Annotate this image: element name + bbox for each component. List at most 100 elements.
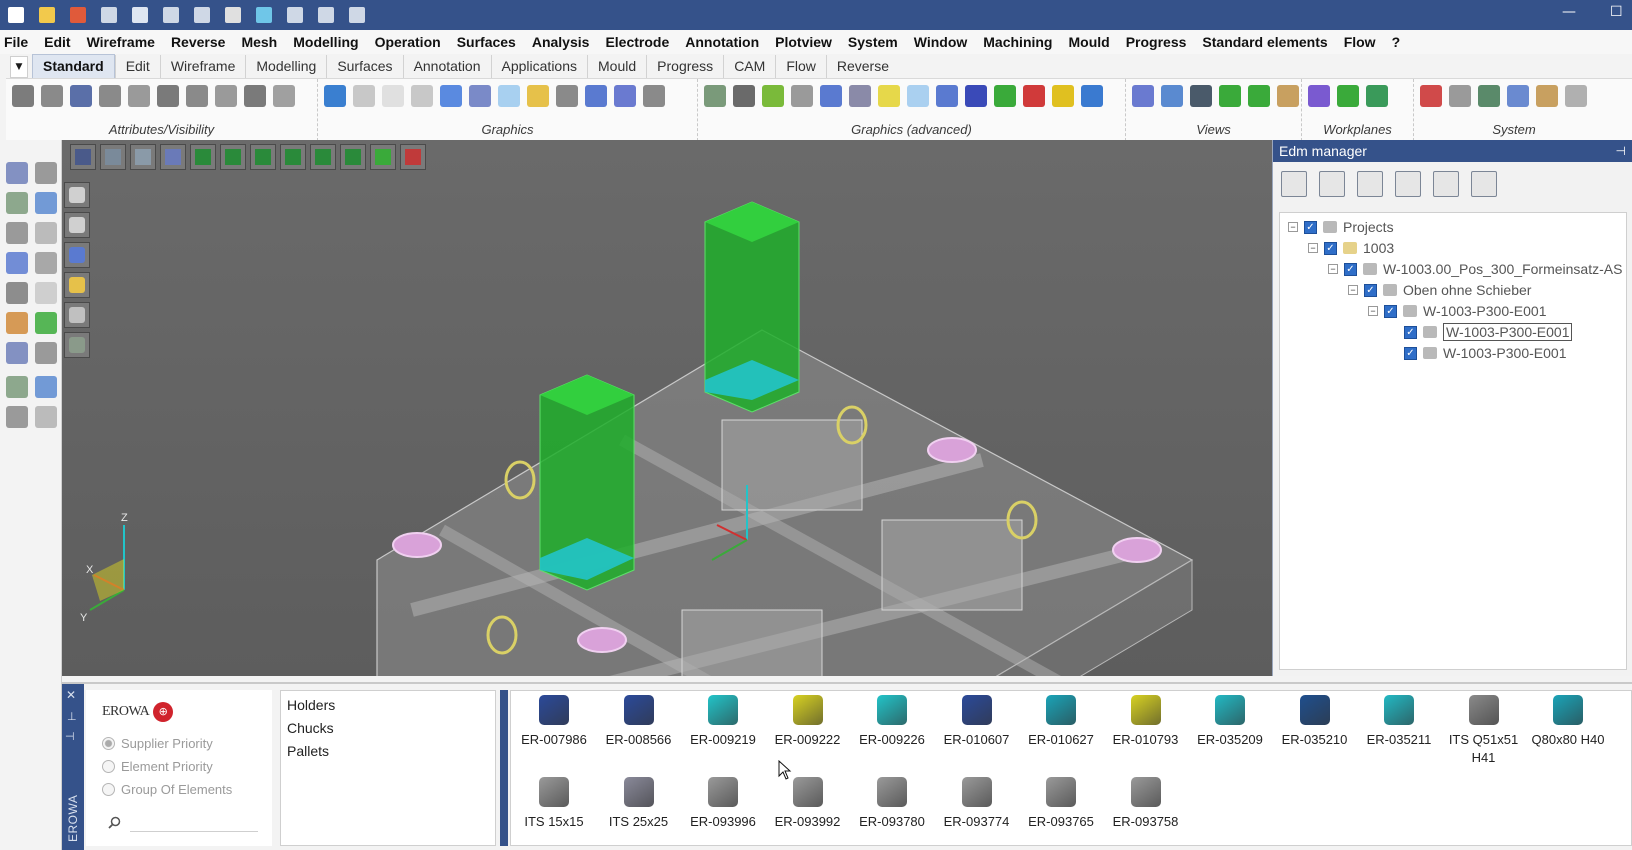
ribbon-tool-icon[interactable]: [1449, 85, 1471, 107]
collapse-icon[interactable]: −: [1288, 222, 1298, 232]
pin-icon[interactable]: ⊣: [1616, 140, 1626, 162]
zoom-icon[interactable]: [252, 3, 276, 27]
redo-icon[interactable]: [314, 3, 338, 27]
tab-edit[interactable]: Edit: [114, 55, 160, 78]
left-tool-icon[interactable]: [6, 406, 28, 428]
menu-mesh[interactable]: Mesh: [241, 34, 277, 50]
tab-mould[interactable]: Mould: [587, 55, 646, 78]
left-tool-icon[interactable]: [6, 282, 28, 304]
undo-icon[interactable]: [283, 3, 307, 27]
open-folder-icon[interactable]: [35, 3, 59, 27]
left-tool-icon[interactable]: [6, 162, 28, 184]
checkbox-icon[interactable]: ✓: [1364, 283, 1377, 297]
catalog-item[interactable]: ER-009226: [851, 695, 933, 749]
tree-node[interactable]: ✓ W-1003-P300-E001: [1388, 343, 1566, 363]
radio-element-priority[interactable]: Element Priority: [102, 759, 213, 774]
refresh-icon[interactable]: [1319, 171, 1345, 197]
left-tool-icon[interactable]: [6, 376, 28, 398]
tab-wireframe[interactable]: Wireframe: [159, 55, 246, 78]
tree-node[interactable]: − ✓ 1003: [1308, 238, 1394, 258]
ribbon-tool-icon[interactable]: [1420, 85, 1442, 107]
catalog-item[interactable]: ER-093780: [851, 777, 933, 831]
save-icon[interactable]: [128, 3, 152, 27]
ribbon-tool-icon[interactable]: [1248, 85, 1270, 107]
left-tool-icon[interactable]: [6, 222, 28, 244]
ribbon-tool-icon[interactable]: [440, 85, 462, 107]
checkbox-icon[interactable]: ✓: [1344, 262, 1357, 276]
supplier-search-input[interactable]: [130, 812, 258, 832]
tab-progress[interactable]: Progress: [646, 55, 723, 78]
ribbon-tool-icon[interactable]: [614, 85, 636, 107]
catalog-item[interactable]: ITS Q51x51 H41: [1443, 695, 1525, 767]
import-icon[interactable]: [97, 3, 121, 27]
menu-edit[interactable]: Edit: [44, 34, 70, 50]
radio-supplier-priority[interactable]: Supplier Priority: [102, 736, 213, 751]
ribbon-tool-icon[interactable]: [273, 85, 295, 107]
tab-standard[interactable]: Standard: [32, 54, 115, 78]
ribbon-tool-icon[interactable]: [498, 85, 520, 107]
tab-flow[interactable]: Flow: [775, 55, 826, 78]
catalog-item[interactable]: ER-008566: [598, 695, 680, 749]
catalog-item[interactable]: ER-093992: [767, 777, 849, 831]
export-icon[interactable]: [190, 3, 214, 27]
checkbox-icon[interactable]: ✓: [1404, 325, 1417, 339]
ribbon-tool-icon[interactable]: [527, 85, 549, 107]
left-tool-icon[interactable]: [35, 376, 57, 398]
new-file-icon[interactable]: [4, 3, 28, 27]
left-tool-icon[interactable]: [6, 252, 28, 274]
catalog-item[interactable]: ITS 25x25: [598, 777, 680, 831]
ribbon-tool-icon[interactable]: [994, 85, 1016, 107]
catalog-item[interactable]: ER-009219: [682, 695, 764, 749]
ribbon-tool-icon[interactable]: [215, 85, 237, 107]
catalog-item[interactable]: ER-035209: [1189, 695, 1271, 749]
category-pallets[interactable]: Pallets: [287, 743, 329, 759]
left-tool-icon[interactable]: [35, 282, 57, 304]
checkbox-icon[interactable]: ✓: [1384, 304, 1397, 318]
left-tool-icon[interactable]: [6, 342, 28, 364]
menu-plotview[interactable]: Plotview: [775, 34, 832, 50]
tab-cam[interactable]: CAM: [723, 55, 775, 78]
ribbon-tool-icon[interactable]: [1023, 85, 1045, 107]
ribbon-tool-icon[interactable]: [936, 85, 958, 107]
left-tool-icon[interactable]: [35, 252, 57, 274]
collapse-icon[interactable]: −: [1348, 285, 1358, 295]
tools-icon[interactable]: [1395, 171, 1421, 197]
ribbon-tool-icon[interactable]: [411, 85, 433, 107]
ribbon-tool-icon[interactable]: [1565, 85, 1587, 107]
catalog-item[interactable]: ER-093758: [1105, 777, 1187, 831]
ribbon-tool-icon[interactable]: [244, 85, 266, 107]
ribbon-tool-icon[interactable]: [128, 85, 150, 107]
checkbox-icon[interactable]: ✓: [1404, 346, 1417, 360]
category-holders[interactable]: Holders: [287, 697, 335, 713]
tab-reverse[interactable]: Reverse: [825, 55, 899, 78]
ribbon-tool-icon[interactable]: [1081, 85, 1103, 107]
menu-system[interactable]: System: [848, 34, 898, 50]
ribbon-tool-icon[interactable]: [12, 85, 34, 107]
close-icon[interactable]: ✕: [66, 688, 76, 702]
ribbon-tool-icon[interactable]: [643, 85, 665, 107]
maximize-icon[interactable]: ☐: [1610, 4, 1623, 20]
panel-splitter[interactable]: [500, 690, 508, 846]
pin-icon[interactable]: ⊥: [67, 710, 77, 723]
menu-operation[interactable]: Operation: [375, 34, 441, 50]
menu-electrode[interactable]: Electrode: [605, 34, 669, 50]
checkbox-icon[interactable]: ✓: [1324, 241, 1337, 255]
ribbon-tool-icon[interactable]: [186, 85, 208, 107]
ribbon-tool-icon[interactable]: [1478, 85, 1500, 107]
tab-applications[interactable]: Applications: [490, 55, 588, 78]
category-chucks[interactable]: Chucks: [287, 720, 334, 736]
catalog-item[interactable]: ER-093996: [682, 777, 764, 831]
ribbon-tool-icon[interactable]: [99, 85, 121, 107]
save-icon[interactable]: [1357, 171, 1383, 197]
catalog-item[interactable]: ER-035211: [1358, 695, 1440, 749]
menu-machining[interactable]: Machining: [983, 34, 1052, 50]
ribbon-tool-icon[interactable]: [585, 85, 607, 107]
ribbon-tool-icon[interactable]: [382, 85, 404, 107]
catalog-item[interactable]: ITS 15x15: [513, 777, 595, 831]
checkbox-icon[interactable]: ✓: [1304, 220, 1317, 234]
redo-list-icon[interactable]: [345, 3, 369, 27]
tab-annotation[interactable]: Annotation: [402, 55, 491, 78]
menu-flow[interactable]: Flow: [1344, 34, 1376, 50]
tab-surfaces[interactable]: Surfaces: [326, 55, 402, 78]
menu-reverse[interactable]: Reverse: [171, 34, 226, 50]
